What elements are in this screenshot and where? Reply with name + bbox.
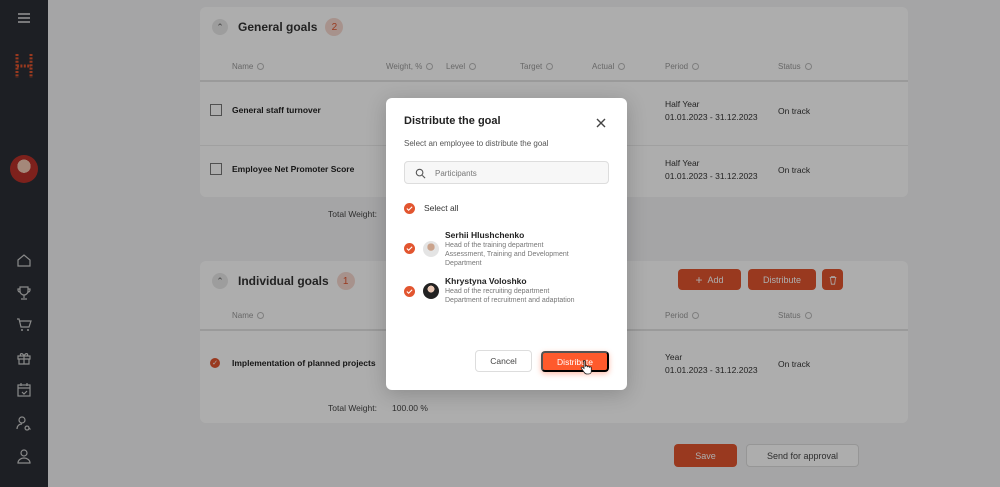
check-icon bbox=[406, 246, 413, 252]
person-checkbox[interactable] bbox=[404, 243, 415, 254]
avatar bbox=[423, 241, 439, 257]
check-icon bbox=[406, 289, 413, 295]
person-position: Head of the training department bbox=[445, 242, 544, 249]
search-icon bbox=[415, 168, 426, 179]
avatar bbox=[423, 283, 439, 299]
select-all-checkbox[interactable] bbox=[404, 203, 415, 214]
person-department: Assessment, Training and Development Dep… bbox=[445, 251, 569, 267]
modal-title: Distribute the goal bbox=[404, 115, 501, 127]
check-icon bbox=[406, 206, 413, 212]
distribute-goal-modal: Distribute the goal Select an employee t… bbox=[386, 98, 627, 390]
select-all-label[interactable]: Select all bbox=[424, 203, 459, 213]
distribute-confirm-button[interactable]: Distribute bbox=[541, 351, 609, 372]
person-position: Head of the recruiting department bbox=[445, 288, 550, 295]
participants-search-input[interactable] bbox=[435, 166, 600, 180]
modal-subtitle: Select an employee to distribute the goa… bbox=[404, 139, 549, 148]
person-checkbox[interactable] bbox=[404, 286, 415, 297]
hand-cursor-icon bbox=[580, 360, 592, 375]
person-name: Serhii Hlushchenko bbox=[445, 230, 525, 240]
participants-search bbox=[404, 161, 609, 184]
cancel-button[interactable]: Cancel bbox=[475, 350, 532, 372]
person-department: Department of recruitment and adaptation bbox=[445, 297, 575, 304]
person-name: Khrystyna Voloshko bbox=[445, 276, 527, 286]
close-icon[interactable] bbox=[594, 116, 608, 130]
